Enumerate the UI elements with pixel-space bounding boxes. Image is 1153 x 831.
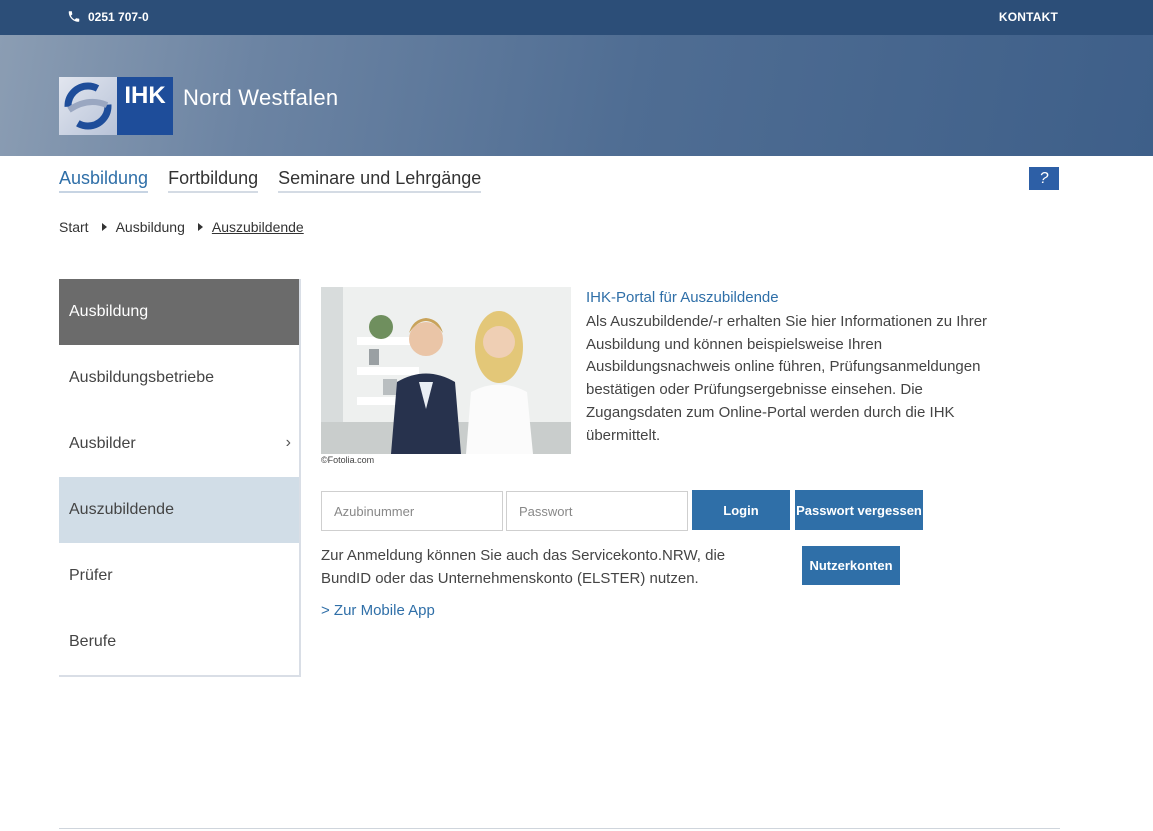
sidebar-item-label: Berufe bbox=[69, 633, 117, 650]
main-navigation: Ausbildung Fortbildung Seminare und Lehr… bbox=[59, 168, 482, 193]
top-bar: 0251 707-0 KONTAKT bbox=[0, 0, 1153, 35]
site-title: Nord Westfalen bbox=[183, 85, 339, 110]
phone-number: 0251 707-0 bbox=[88, 9, 149, 24]
help-button[interactable]: ? bbox=[1029, 167, 1059, 190]
portal-title: IHK-Portal für Auszubildende bbox=[586, 289, 779, 306]
azubinummer-input[interactable] bbox=[321, 491, 503, 531]
apprentices-photo bbox=[321, 287, 571, 454]
mobile-app-link[interactable]: > Zur Mobile App bbox=[321, 602, 435, 619]
ihk-logo[interactable]: IHK bbox=[59, 77, 173, 135]
breadcrumb-arrow-icon bbox=[101, 223, 107, 231]
sidebar-item-label: Ausbilder bbox=[69, 435, 136, 452]
portal-description: Als Auszubildende/-r erhalten Sie hier I… bbox=[586, 313, 988, 444]
contact-link[interactable]: KONTAKT bbox=[999, 10, 1058, 24]
alternative-login-text: Zur Anmeldung können Sie auch das Servic… bbox=[321, 547, 726, 587]
sidebar-item-label: Ausbildung bbox=[69, 303, 149, 320]
sidebar-item-auszubildende[interactable]: Auszubildende bbox=[59, 477, 299, 543]
sidebar-menu: Ausbildung Ausbildungsbetriebe Ausbilder… bbox=[59, 279, 301, 677]
breadcrumb-ausbildung[interactable]: Ausbildung bbox=[116, 219, 185, 235]
chevron-right-icon[interactable]: › bbox=[286, 434, 291, 452]
sidebar-item-ausbildung[interactable]: Ausbildung bbox=[59, 279, 299, 345]
sidebar-item-ausbilder[interactable]: Ausbilder › bbox=[59, 411, 299, 477]
breadcrumb-current[interactable]: Auszubildende bbox=[212, 219, 304, 235]
user-accounts-button[interactable]: Nutzerkonten bbox=[802, 546, 900, 585]
sidebar-item-label: Auszubildende bbox=[69, 501, 174, 518]
breadcrumb-arrow-icon bbox=[197, 223, 203, 231]
nav-fortbildung[interactable]: Fortbildung bbox=[168, 168, 259, 193]
ihk-logo-text: IHK bbox=[117, 77, 173, 135]
password-input[interactable] bbox=[506, 491, 688, 531]
nav-ausbildung[interactable]: Ausbildung bbox=[59, 168, 149, 193]
sidebar-item-pruefer[interactable]: Prüfer bbox=[59, 543, 299, 609]
phone-icon bbox=[68, 11, 80, 22]
sidebar-item-label: Prüfer bbox=[69, 567, 113, 584]
image-credit: ©Fotolia.com bbox=[321, 455, 375, 465]
sidebar-item-berufe[interactable]: Berufe bbox=[59, 609, 299, 675]
login-button[interactable]: Login bbox=[692, 490, 790, 530]
phone-contact[interactable]: 0251 707-0 bbox=[67, 9, 149, 24]
nav-seminare[interactable]: Seminare und Lehrgänge bbox=[278, 168, 482, 193]
breadcrumb-start[interactable]: Start bbox=[59, 219, 89, 235]
forgot-password-button[interactable]: Passwort vergessen bbox=[795, 490, 923, 530]
site-header: IHK Nord Westfalen bbox=[0, 35, 1153, 156]
sidebar-item-ausbildungsbetriebe[interactable]: Ausbildungsbetriebe bbox=[59, 345, 299, 411]
footer-divider bbox=[59, 828, 1060, 829]
ihk-swirl-icon bbox=[59, 77, 117, 135]
sidebar-item-label: Ausbildungsbetriebe bbox=[69, 369, 214, 386]
breadcrumb: Start Ausbildung Auszubildende bbox=[59, 219, 304, 235]
